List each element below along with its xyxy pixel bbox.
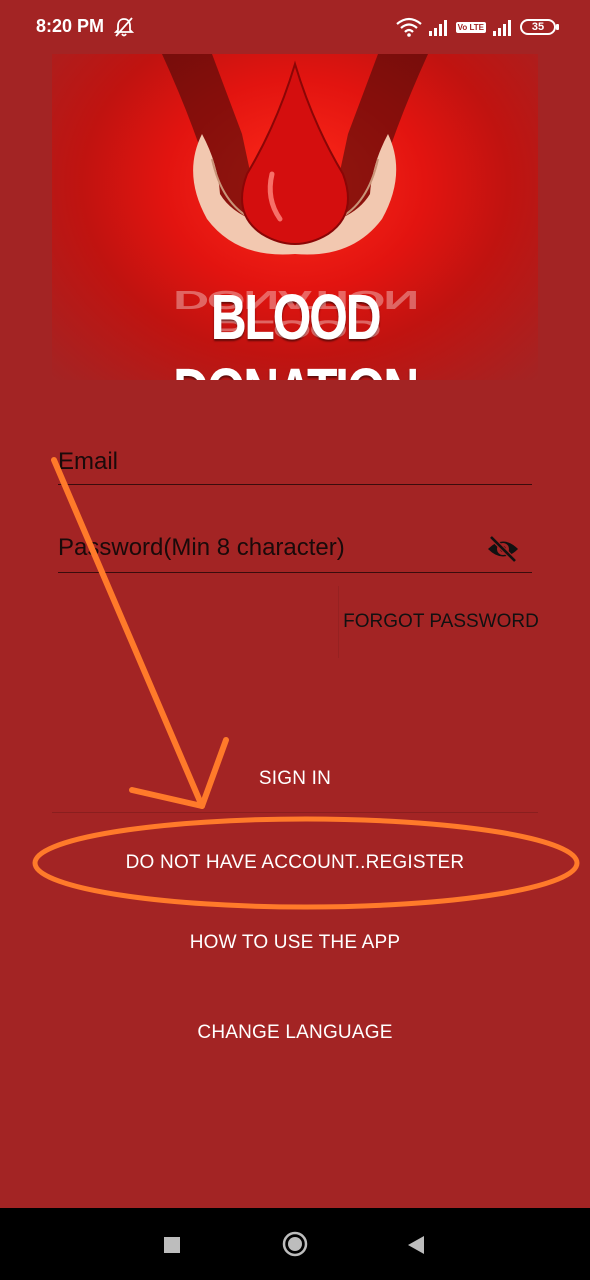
logo-title-reflection: BLOOD DONATION bbox=[173, 285, 417, 344]
sign-in-button[interactable]: SIGN IN bbox=[52, 746, 538, 813]
register-button[interactable]: DO NOT HAVE ACCOUNT..REGISTER bbox=[52, 832, 538, 894]
back-icon[interactable] bbox=[406, 1234, 426, 1256]
home-icon[interactable] bbox=[282, 1231, 308, 1257]
signal-icon bbox=[428, 20, 447, 36]
status-bar: 8:20 PM Vo LTE 35 bbox=[0, 0, 590, 54]
forgot-password-button[interactable]: FORGOT PASSWORD bbox=[338, 586, 543, 658]
hands-drop-icon bbox=[162, 54, 428, 255]
blood-donation-logo: BLOOD DONATION BLOOD DONATION bbox=[52, 54, 538, 380]
eye-off-icon[interactable] bbox=[486, 534, 520, 564]
password-input[interactable] bbox=[58, 534, 478, 562]
bell-muted-icon bbox=[114, 17, 134, 37]
password-field[interactable] bbox=[58, 526, 532, 573]
change-language-button[interactable]: CHANGE LANGUAGE bbox=[52, 1000, 538, 1066]
email-input[interactable] bbox=[58, 448, 478, 476]
battery-icon: 35 bbox=[520, 19, 559, 35]
status-time: 8:20 PM bbox=[36, 16, 105, 36]
email-field[interactable] bbox=[58, 440, 532, 485]
volte-badge: Vo LTE bbox=[455, 21, 486, 33]
signal-icon-2 bbox=[493, 20, 511, 36]
how-to-use-button[interactable]: HOW TO USE THE APP bbox=[52, 912, 538, 974]
recents-icon[interactable] bbox=[164, 1237, 180, 1253]
wifi-icon bbox=[395, 17, 422, 37]
status-icons: Vo LTE 35 bbox=[395, 14, 559, 40]
